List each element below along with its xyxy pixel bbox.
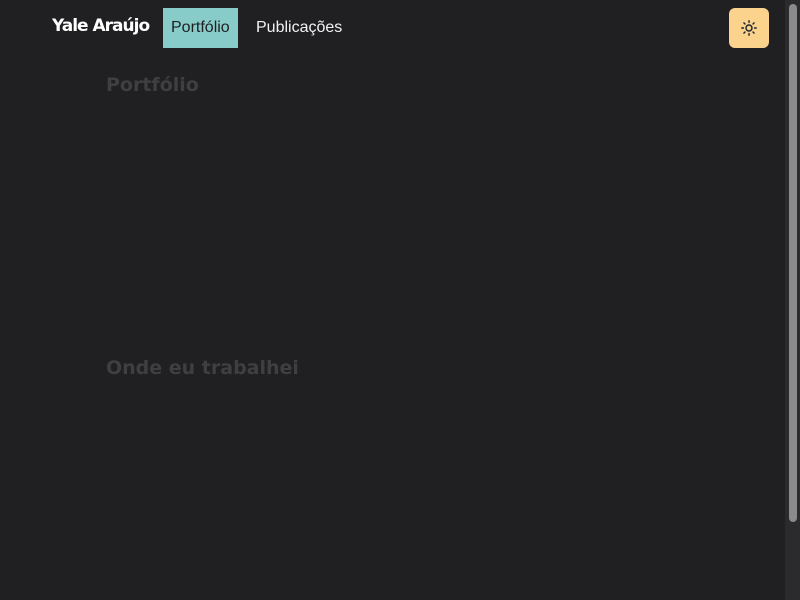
section-heading-portfolio: Portfólio — [106, 74, 199, 96]
navbar: Yale Araújo Portfólio Publicações — [0, 0, 785, 56]
scrollbar-thumb[interactable] — [789, 4, 797, 522]
theme-toggle-button[interactable] — [729, 8, 769, 48]
vertical-scrollbar[interactable] — [785, 0, 800, 600]
nav-link-portfolio[interactable]: Portfólio — [163, 8, 238, 48]
section-heading-work: Onde eu trabalhei — [106, 357, 299, 379]
nav-link-publicacoes[interactable]: Publicações — [248, 8, 350, 48]
site-logo[interactable]: Yale Araújo — [52, 15, 150, 37]
sun-icon — [741, 20, 757, 36]
page: Yale Araújo Portfólio Publicações Portfó… — [0, 0, 800, 600]
